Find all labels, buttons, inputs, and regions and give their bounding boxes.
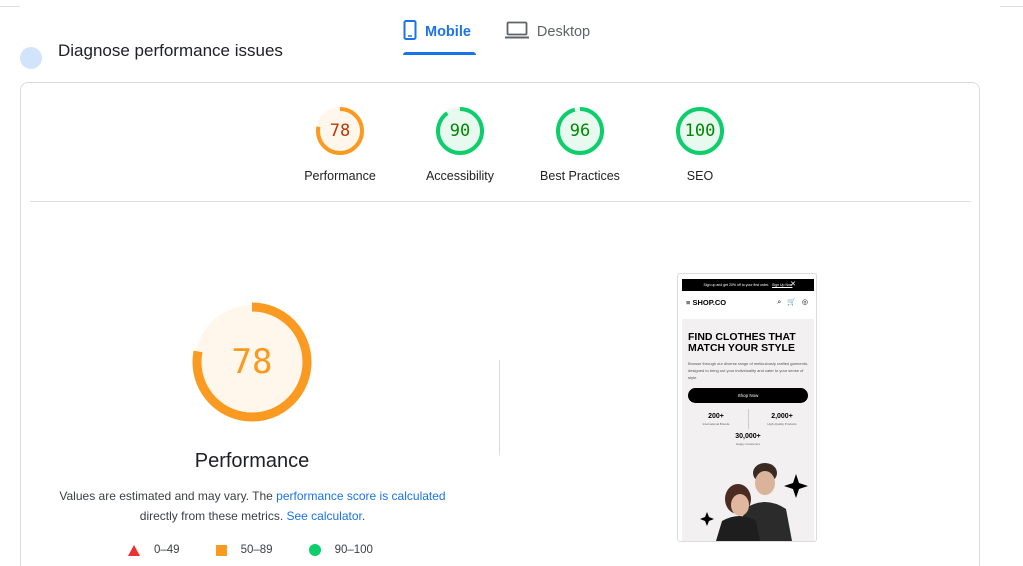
stat-value: 30,000+	[735, 433, 761, 440]
desc-text-1: Values are estimated and may vary. The	[59, 489, 277, 503]
shop-logo-text: SHOP.CO	[692, 298, 727, 307]
desc-text-2: directly from these metrics.	[139, 509, 287, 523]
section-icon	[20, 47, 42, 69]
stat-products: 2,000+ High-Quality Products	[756, 413, 808, 426]
stat-label: High-Quality Products	[767, 422, 797, 426]
average-square-icon	[215, 544, 227, 556]
legend-fail: 0–49	[128, 544, 180, 556]
final-screenshot-thumbnail[interactable]: Sign up and get 20% off to your first or…	[677, 273, 817, 542]
gauge-label: Best Practices	[540, 169, 620, 183]
gauge-score: 100	[684, 121, 716, 141]
legend-average: 50–89	[215, 544, 273, 556]
stat-customers: 30,000+ Happy Customers	[722, 433, 774, 446]
tab-desktop[interactable]: Desktop	[504, 16, 591, 48]
desc-text-3: .	[361, 509, 366, 523]
device-tabs: Mobile Desktop	[403, 16, 590, 56]
hero-description: Browse through our diverse range of meti…	[688, 361, 809, 380]
gauge-ring: 96	[554, 105, 606, 157]
section-heading: Diagnose performance issues	[58, 41, 283, 60]
vertical-divider	[499, 360, 500, 455]
gauge-best-practices[interactable]: 96 Best Practices	[520, 105, 640, 183]
score-calculation-link[interactable]: performance score is calculated	[276, 489, 445, 503]
gauge-ring: 78	[314, 105, 366, 157]
performance-description: Values are estimated and may vary. The p…	[40, 486, 465, 526]
score-legend: 0–49 50–89 90–100	[128, 544, 373, 556]
hero-models-image	[700, 463, 808, 541]
hero-title: FIND CLOTHES THAT MATCH YOUR STYLE	[688, 331, 796, 354]
gauge-ring: 90	[434, 105, 486, 157]
gauge-accessibility[interactable]: 90 Accessibility	[400, 105, 520, 183]
gauge-label: Accessibility	[425, 169, 495, 183]
pass-circle-icon	[308, 544, 321, 556]
performance-score: 78	[231, 342, 273, 382]
nav-icons: ⌕ 🛒 ◎	[777, 299, 810, 306]
legend-pass-label: 90–100	[334, 544, 373, 556]
gauge-score: 90	[449, 121, 471, 141]
shop-navbar: ≡ SHOP.CO ⌕ 🛒 ◎	[686, 298, 810, 307]
gauge-performance[interactable]: 78 Performance	[280, 105, 400, 183]
stat-value: 200+	[708, 413, 724, 420]
stat-value: 2,000+	[771, 413, 793, 420]
category-gauges: 78 Performance 90 Accessibility 96 Best Pract…	[280, 105, 760, 183]
gauge-score: 96	[569, 121, 591, 141]
performance-gauge: 78	[190, 300, 314, 424]
gauge-seo[interactable]: 100 SEO	[640, 105, 760, 183]
tab-mobile[interactable]: Mobile	[403, 16, 476, 55]
gauge-ring: 100	[674, 105, 726, 157]
active-tab-indicator	[403, 52, 476, 55]
stat-brands: 200+ International Brands	[690, 413, 742, 426]
gauge-label: Performance	[304, 169, 376, 183]
stat-label: International Brands	[702, 422, 730, 426]
tab-desktop-label: Desktop	[536, 24, 591, 40]
performance-title: Performance	[194, 450, 310, 472]
hero-section: FIND CLOTHES THAT MATCH YOUR STYLE Brows…	[682, 319, 814, 541]
promo-text: Sign up and get 20% off to your first or…	[703, 283, 770, 287]
shop-now-button: Shop Now	[688, 388, 808, 403]
shop-logo: ≡ SHOP.CO	[686, 298, 727, 307]
gauge-score: 78	[329, 121, 351, 141]
close-icon: ✕	[790, 281, 796, 288]
legend-average-label: 50–89	[240, 544, 273, 556]
laptop-icon	[504, 21, 529, 43]
gauges-divider	[30, 201, 971, 202]
sparkle-large-icon	[784, 474, 808, 498]
legend-pass: 90–100	[308, 544, 373, 556]
section-heading-row: Diagnose performance issues	[20, 41, 283, 69]
fail-triangle-icon	[128, 544, 140, 556]
legend-fail-label: 0–49	[154, 544, 180, 556]
tab-mobile-label: Mobile	[425, 24, 471, 40]
see-calculator-link[interactable]: See calculator	[286, 509, 361, 523]
gauge-label: SEO	[686, 169, 714, 183]
sparkle-small-icon	[700, 512, 714, 526]
stat-divider	[748, 409, 749, 429]
phone-icon	[403, 20, 417, 44]
stat-label: Happy Customers	[735, 442, 760, 446]
